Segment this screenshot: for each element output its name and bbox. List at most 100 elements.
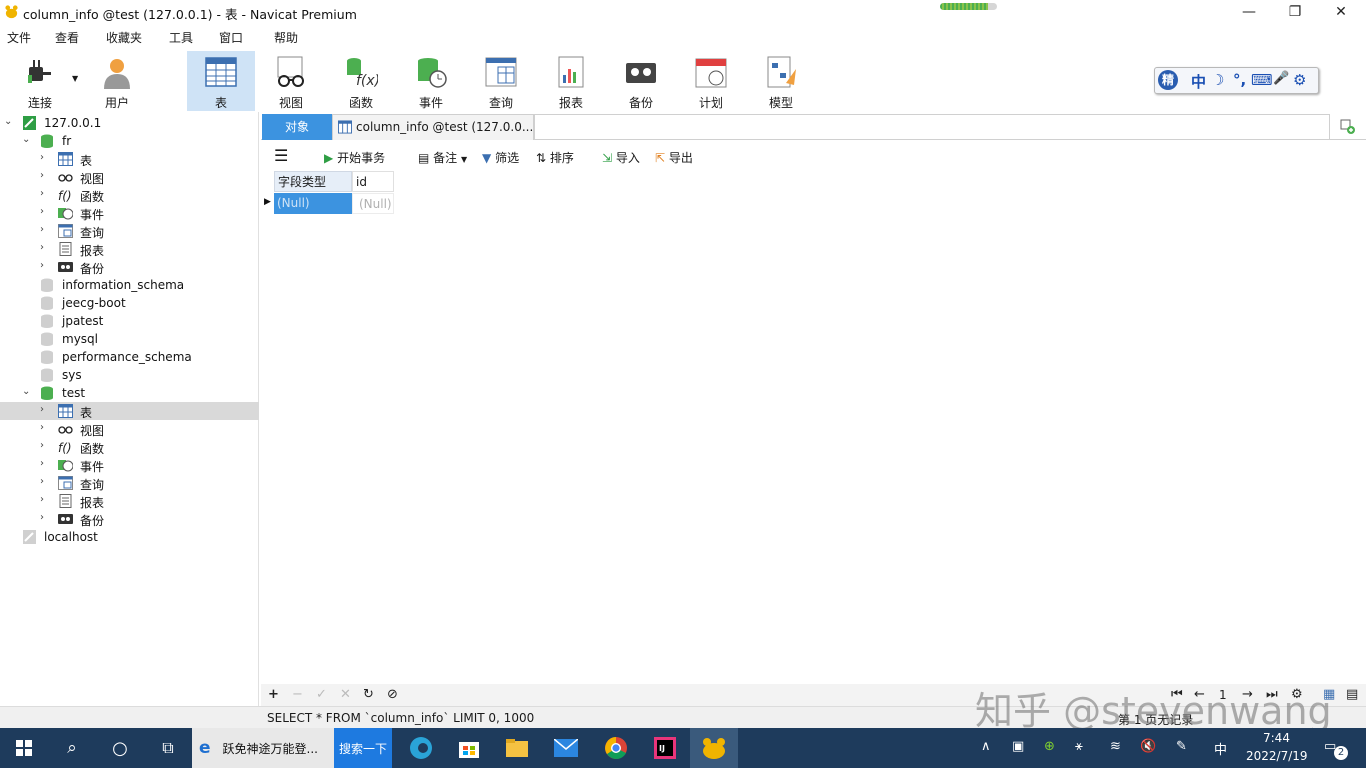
grid-cell[interactable]: (Null) [352, 193, 394, 214]
tree-db-jeecg-boot[interactable]: jeecg-boot [0, 294, 259, 312]
tree-fr-views[interactable]: › 视图 [0, 168, 259, 187]
expand-icon[interactable]: › [40, 513, 50, 523]
view-button[interactable]: 视图 [257, 51, 325, 111]
tray-network-icon[interactable]: ⚹ [1075, 739, 1083, 754]
tree-test-reports[interactable]: › 报表 [0, 492, 259, 510]
begin-transaction-button[interactable]: ▶ 开始事务 [324, 149, 385, 166]
filter-button[interactable]: ▼ 筛选 [482, 149, 519, 166]
connect-button[interactable]: 连接 [6, 51, 74, 111]
close-button[interactable]: ✕ [1318, 0, 1364, 24]
expand-icon[interactable]: › [40, 207, 50, 217]
expand-icon[interactable]: › [40, 441, 50, 451]
minimize-button[interactable]: — [1226, 0, 1272, 24]
tree-db-jpatest[interactable]: jpatest [0, 312, 259, 330]
menu-help[interactable]: 帮助 [274, 29, 298, 46]
tray-volume-mute-icon[interactable]: 🔇 [1140, 739, 1156, 754]
tree-db-performance-schema[interactable]: performance_schema [0, 348, 259, 366]
menu-icon[interactable]: ☰ [274, 146, 288, 165]
tree-test-backups[interactable]: › 备份 [0, 510, 259, 529]
new-tab-icon[interactable] [1340, 119, 1356, 135]
tree-test-events[interactable]: › 事件 [0, 456, 259, 475]
form-view-icon[interactable]: ▤ [1346, 687, 1358, 702]
intellij-icon[interactable]: IJ [642, 728, 688, 768]
clock-date[interactable]: 2022/7/19 [1246, 749, 1308, 763]
tree-connection-127[interactable]: ⌄ 127.0.0.1 [0, 114, 259, 132]
apply-button[interactable]: ✓ [316, 687, 327, 702]
tray-device-icon[interactable]: ▣ [1012, 739, 1024, 754]
tree-test-tables[interactable]: › 表 [0, 402, 259, 420]
expand-icon[interactable]: › [40, 171, 50, 181]
collapse-icon[interactable]: ⌄ [22, 387, 32, 397]
tray-pen-icon[interactable]: ✎ [1176, 739, 1187, 754]
expand-icon[interactable]: › [40, 261, 50, 271]
column-header-id[interactable]: id [352, 171, 394, 192]
edge-icon[interactable] [398, 728, 444, 768]
menu-favorites[interactable]: 收藏夹 [106, 29, 142, 46]
stop-button[interactable]: ⊘ [387, 687, 398, 702]
menu-tools[interactable]: 工具 [169, 29, 193, 46]
tray-chevron-icon[interactable]: ∧ [981, 739, 991, 754]
chrome-icon[interactable] [592, 728, 640, 768]
column-header-field-type[interactable]: 字段类型 [274, 171, 352, 192]
export-button[interactable]: ⇱ 导出 [655, 149, 693, 166]
report-button[interactable]: 报表 [537, 51, 605, 111]
expand-icon[interactable]: › [40, 459, 50, 469]
collapse-icon[interactable]: ⌄ [4, 117, 14, 127]
clock-time[interactable]: 7:44 [1263, 731, 1290, 745]
tree-connection-localhost[interactable]: localhost [0, 528, 259, 546]
tree-fr-queries[interactable]: › 查询 [0, 222, 259, 240]
navicat-taskbar-icon[interactable] [690, 728, 738, 768]
expand-icon[interactable]: › [40, 405, 50, 415]
connect-dropdown-icon[interactable]: ▼ [72, 74, 78, 83]
model-button[interactable]: 模型 [747, 51, 815, 111]
user-button[interactable]: 用户 [83, 51, 151, 111]
cortana-icon[interactable]: ○ [96, 728, 144, 768]
ime-lang-toggle[interactable]: 中 [1191, 71, 1206, 92]
backup-button[interactable]: 备份 [607, 51, 675, 111]
tree-fr-tables[interactable]: › 表 [0, 150, 259, 168]
tree-fr-reports[interactable]: › 报表 [0, 240, 259, 258]
ime-moon-icon[interactable]: ☽ [1211, 71, 1224, 89]
ime-mic-icon[interactable]: 🎤 [1273, 71, 1289, 86]
tree-test-queries[interactable]: › 查询 [0, 474, 259, 492]
ime-punct-icon[interactable]: °, [1233, 71, 1246, 89]
expand-icon[interactable]: › [40, 243, 50, 253]
menu-file[interactable]: 文件 [7, 29, 31, 46]
tray-wifi-icon[interactable]: ≋ [1110, 739, 1121, 754]
collapse-icon[interactable]: ⌄ [22, 135, 32, 145]
tree-db-sys[interactable]: sys [0, 366, 259, 384]
mail-icon[interactable] [542, 728, 590, 768]
tree-fr-functions[interactable]: › f() 函数 [0, 186, 259, 205]
grid-cell[interactable]: (Null) [274, 193, 352, 214]
menu-window[interactable]: 窗口 [219, 29, 243, 46]
schedule-button[interactable]: 计划 [677, 51, 745, 111]
taskbar-browser-app[interactable]: e 跃免神途万能登... [192, 728, 334, 768]
tray-add-icon[interactable]: ⊕ [1044, 739, 1055, 754]
expand-icon[interactable]: › [40, 477, 50, 487]
tree-db-information-schema[interactable]: information_schema [0, 276, 259, 294]
delete-record-button[interactable]: − [292, 687, 303, 702]
expand-icon[interactable]: › [40, 225, 50, 235]
menu-view[interactable]: 查看 [55, 29, 79, 46]
tree-db-mysql[interactable]: mysql [0, 330, 259, 348]
tab-column-info[interactable]: column_info @test (127.0.0.... [332, 114, 537, 140]
ime-logo-icon[interactable]: 精 [1158, 70, 1178, 90]
tray-ime-icon[interactable]: 中 [1214, 739, 1227, 758]
event-button[interactable]: 事件 [397, 51, 465, 111]
table-button[interactable]: 表 [187, 51, 255, 111]
expand-icon[interactable]: › [40, 423, 50, 433]
tree-db-test[interactable]: ⌄ test [0, 384, 259, 402]
function-button[interactable]: f(x) 函数 [327, 51, 395, 111]
expand-icon[interactable]: › [40, 189, 50, 199]
tree-fr-events[interactable]: › 事件 [0, 204, 259, 223]
tab-objects[interactable]: 对象 [262, 114, 332, 140]
store-icon[interactable] [446, 728, 492, 768]
task-view-icon[interactable]: ⧉ [144, 728, 192, 768]
ime-keyboard-icon[interactable]: ⌨ [1251, 71, 1273, 89]
file-explorer-icon[interactable] [494, 728, 540, 768]
expand-icon[interactable]: › [40, 495, 50, 505]
refresh-button[interactable]: ↻ [363, 687, 374, 702]
import-button[interactable]: ⇲ 导入 [602, 149, 640, 166]
tree-test-functions[interactable]: › f() 函数 [0, 438, 259, 457]
sort-button[interactable]: ⇅ 排序 [536, 149, 574, 166]
